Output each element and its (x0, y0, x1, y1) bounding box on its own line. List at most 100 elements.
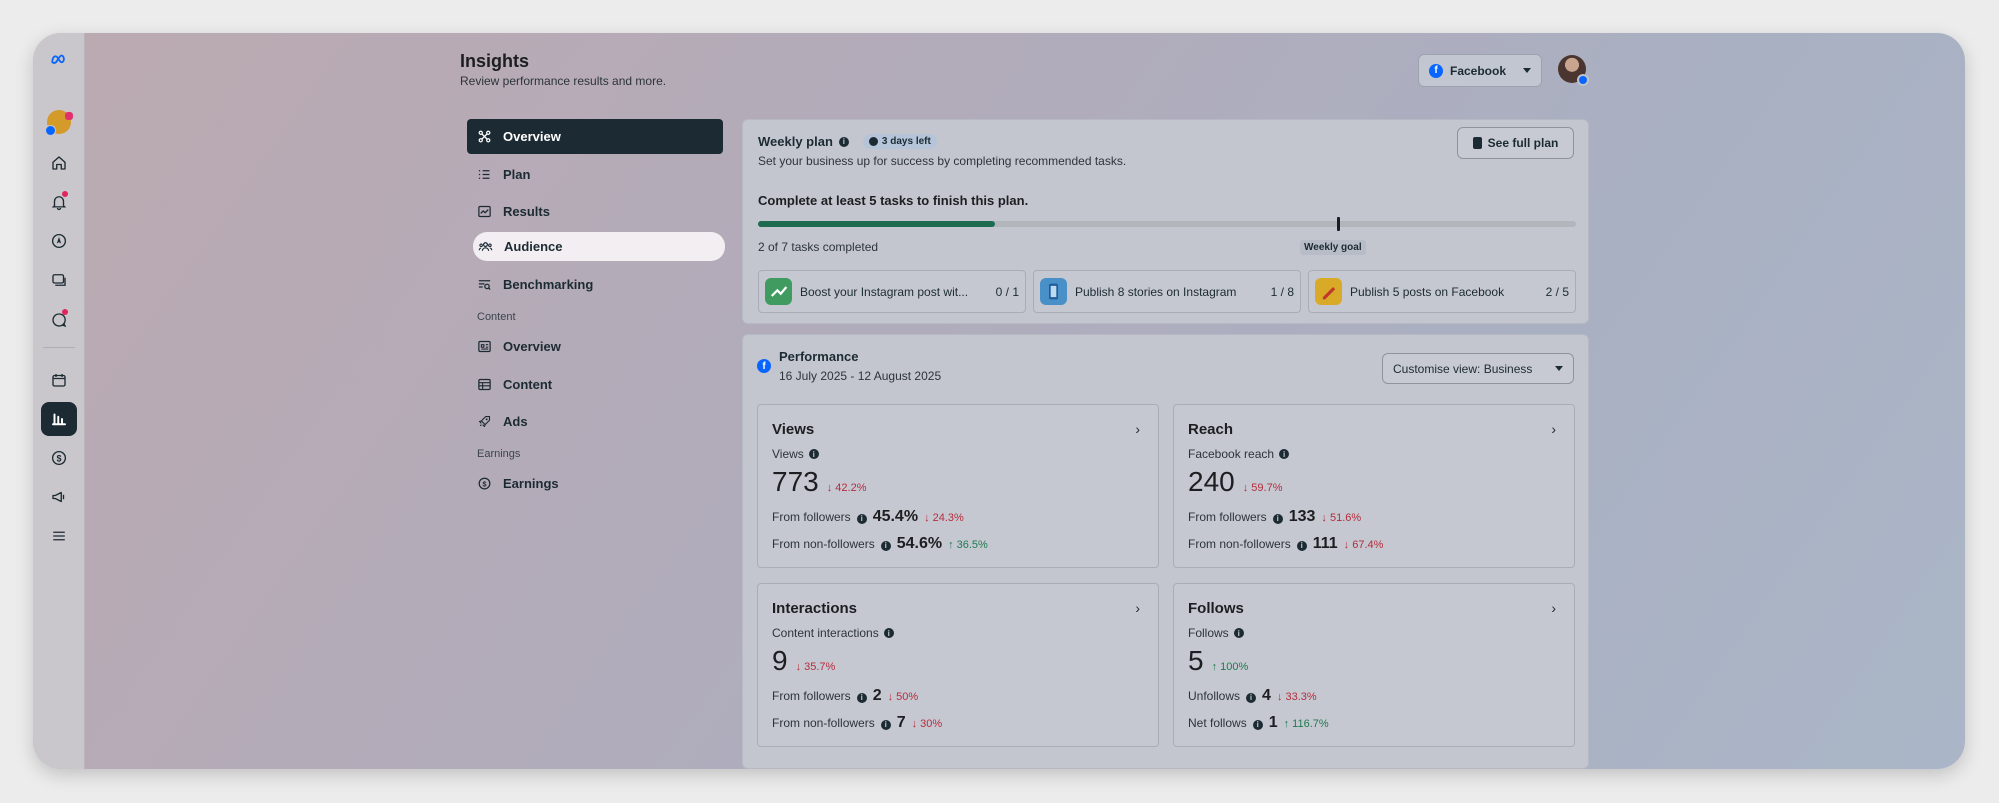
clock-icon (868, 137, 878, 146)
metric-title: Views (772, 421, 815, 438)
profile-avatar[interactable] (1558, 55, 1589, 86)
metric-card-follows[interactable]: Follows › Follows i 5 ↑ 100% Unfollows i 4… (1173, 583, 1575, 747)
task-progress: 2 / 5 (1545, 284, 1569, 299)
posts-icon[interactable] (41, 263, 77, 297)
menu-icon[interactable] (41, 519, 77, 553)
nav-item-label: Plan (503, 166, 531, 182)
task-item[interactable]: Publish 8 stories on Instagram 1 / 8 (1033, 270, 1301, 313)
customise-view-dropdown[interactable]: Customise view: Business (1382, 353, 1574, 384)
task-item[interactable]: Publish 5 posts on Facebook 2 / 5 (1308, 270, 1576, 313)
stories-icon (1040, 278, 1067, 305)
home-icon[interactable] (41, 146, 77, 180)
metric-card-reach[interactable]: Reach › Facebook reach i 240 ↓ 59.7% From… (1173, 404, 1575, 568)
metric-subtitle: Content interactions (772, 626, 879, 640)
info-icon[interactable]: i (856, 692, 867, 703)
info-icon[interactable]: i (856, 513, 867, 524)
list-icon (478, 169, 490, 179)
info-icon[interactable]: i (880, 540, 891, 551)
platform-selector[interactable]: f Facebook (1418, 54, 1542, 87)
insights-icon[interactable] (41, 402, 77, 436)
metric-row: Unfollows i 4 ↓ 33.3% (1188, 687, 1317, 704)
chevron-right-icon[interactable]: › (1135, 421, 1140, 437)
metric-subtitle: Views (772, 447, 804, 461)
chart-line-icon (478, 206, 491, 218)
date-range: 16 July 2025 - 12 August 2025 (779, 369, 942, 383)
insights-nav: Overview Plan Results Audience Benchmark… (467, 119, 725, 504)
metric-title: Follows (1188, 600, 1244, 617)
metric-card-views[interactable]: Views › Views i 773 ↓ 42.2% From follower… (757, 404, 1159, 568)
metric-row: Net follows i 1 ↑ 116.7% (1188, 714, 1329, 731)
nav-item-results[interactable]: Results (467, 194, 723, 229)
performance-title: Performance (779, 349, 859, 364)
metric-change: ↓ 35.7% (795, 661, 836, 673)
task-name: Publish 5 posts on Facebook (1350, 284, 1505, 299)
metric-change: ↓ 42.2% (826, 482, 867, 494)
calendar-icon[interactable] (41, 363, 77, 397)
nav-item-benchmarking[interactable]: Benchmarking (467, 267, 723, 302)
facebook-icon: f (1429, 63, 1443, 78)
info-icon[interactable]: i (1279, 449, 1290, 459)
weekly-goal-marker (1337, 217, 1340, 231)
nav-item-label: Overview (503, 129, 561, 144)
info-icon[interactable]: i (1233, 628, 1244, 638)
metric-card-interactions[interactable]: Interactions › Content interactions i 9 ↓… (757, 583, 1159, 747)
task-list: Boost your Instagram post wit... 0 / 1 P… (758, 270, 1576, 313)
nav-section-content: Content (477, 311, 516, 324)
messages-icon[interactable] (41, 303, 77, 337)
info-icon[interactable]: i (1246, 692, 1257, 703)
platform-label: Facebook (1450, 63, 1507, 78)
nav-item-earnings[interactable]: $ Earnings (467, 466, 723, 501)
metric-subtitle: Follows (1188, 626, 1229, 640)
nav-item-plan[interactable]: Plan (467, 157, 723, 192)
info-icon[interactable]: i (1252, 719, 1263, 730)
weekly-plan-card: Weekly plan i 3 days left Set your busin… (742, 119, 1589, 324)
task-item[interactable]: Boost your Instagram post wit... 0 / 1 (758, 270, 1026, 313)
info-icon[interactable]: i (838, 136, 849, 147)
boost-post-icon (765, 278, 792, 305)
people-icon (478, 242, 493, 252)
chevron-right-icon[interactable]: › (1135, 600, 1140, 616)
metric-row: From followers i 2 ↓ 50% (772, 687, 919, 704)
info-icon[interactable]: i (808, 449, 819, 459)
metric-change: ↓ 59.7% (1242, 482, 1283, 494)
nav-item-label: Ads (503, 414, 528, 430)
notifications-icon[interactable] (41, 185, 77, 219)
monetization-icon[interactable]: $ (41, 441, 77, 475)
megaphone-icon[interactable] (41, 480, 77, 514)
benchmark-icon (478, 280, 491, 291)
grid-icon (478, 378, 491, 390)
svg-text:$: $ (56, 453, 61, 463)
overview-icon (478, 130, 491, 143)
info-icon[interactable]: i (880, 719, 891, 730)
nav-item-label: Results (503, 204, 550, 220)
nav-item-content-overview[interactable]: Overview (467, 329, 723, 364)
content-overview-icon (478, 341, 491, 353)
task-progress: 1 / 8 (1270, 284, 1294, 299)
chevron-right-icon[interactable]: › (1551, 600, 1556, 616)
dollar-icon: $ (478, 477, 491, 490)
nav-item-label: Earnings (503, 476, 559, 492)
account-avatar-icon[interactable] (41, 105, 77, 139)
compass-icon[interactable] (41, 224, 77, 258)
nav-item-audience[interactable]: Audience (473, 232, 725, 262)
metric-value: 773 (772, 466, 819, 497)
weekly-goal-label: Weekly goal (1300, 240, 1366, 255)
info-icon[interactable]: i (1296, 540, 1307, 551)
nav-item-overview[interactable]: Overview (467, 119, 723, 154)
info-icon[interactable]: i (1272, 513, 1283, 524)
nav-item-label: Overview (503, 339, 561, 355)
meta-logo-icon[interactable] (41, 43, 77, 77)
metric-change: ↑ 100% (1211, 661, 1249, 673)
see-full-plan-button[interactable]: See full plan (1457, 127, 1574, 159)
chevron-right-icon[interactable]: › (1551, 421, 1556, 437)
app-window: $ Insights Review performance results an… (33, 33, 1965, 769)
nav-item-label: Content (503, 376, 553, 392)
info-icon[interactable]: i (883, 628, 894, 638)
task-progress: 0 / 1 (995, 284, 1019, 299)
nav-item-ads[interactable]: Ads (467, 404, 723, 439)
nav-item-content[interactable]: Content (467, 367, 723, 402)
metric-row: From followers i 45.4% ↓ 24.3% (772, 508, 964, 525)
nav-section-earnings: Earnings (477, 448, 521, 461)
left-rail: $ (33, 33, 85, 769)
svg-text:$: $ (482, 480, 487, 489)
